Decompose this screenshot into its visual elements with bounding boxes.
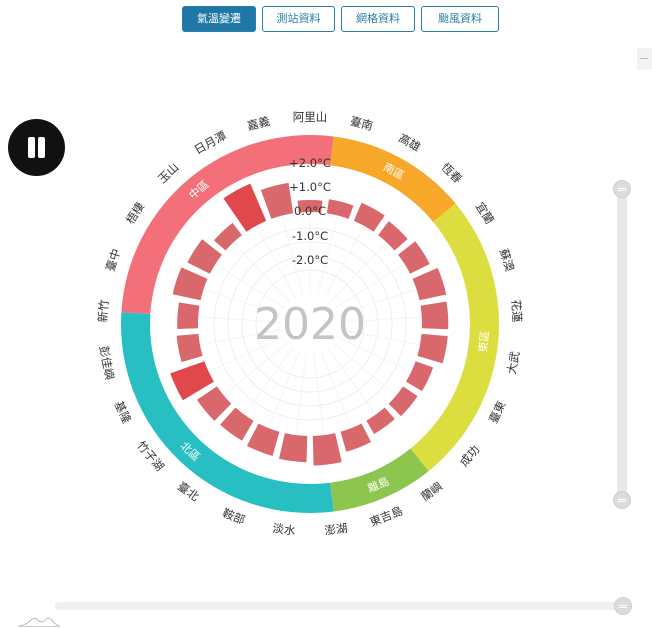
bar (398, 241, 430, 274)
station-label: 臺北 (175, 479, 202, 504)
range-handle-top[interactable] (613, 180, 631, 198)
bar (177, 302, 200, 330)
station-label: 嘉義 (246, 114, 272, 133)
station-label: 鞍部 (221, 506, 248, 527)
station-label: 基隆 (111, 399, 134, 426)
tick-label: -1.0°C (292, 229, 328, 243)
bar (388, 386, 418, 417)
bar (406, 361, 434, 392)
tick-label: +1.0°C (289, 180, 331, 194)
bar (420, 301, 449, 330)
bar (326, 199, 354, 219)
bar (246, 423, 280, 456)
range-handle-bottom[interactable] (613, 491, 631, 509)
station-label: 恆春 (439, 160, 466, 186)
year-label: 2020 (254, 299, 366, 350)
station-label: 高雄 (396, 131, 423, 154)
timeline-handle[interactable] (614, 597, 632, 615)
bar (412, 267, 447, 301)
tick-label: 0.0°C (294, 204, 326, 218)
station-label: 彭佳嶼 (97, 345, 117, 382)
station-label: 臺東 (486, 398, 509, 425)
station-label: 成功 (457, 443, 482, 470)
station-label: 蘇澳 (497, 247, 518, 274)
station-label: 宜蘭 (473, 200, 497, 227)
bar (312, 433, 342, 466)
station-label: 澎湖 (324, 521, 349, 538)
bar (417, 333, 448, 364)
bar (340, 423, 372, 452)
timeline-track[interactable] (55, 602, 625, 610)
station-label: 蘭嶼 (418, 479, 445, 504)
bar (223, 183, 267, 232)
station-label: 新竹 (96, 299, 111, 323)
region-label: 東區 (477, 330, 492, 353)
station-label: 竹子湖 (134, 438, 167, 474)
bar (278, 433, 308, 463)
station-label: 淡水 (272, 521, 297, 538)
station-label: 臺南 (349, 114, 375, 133)
tick-label: -2.0°C (292, 253, 328, 267)
bar (196, 386, 232, 421)
bar (187, 239, 222, 274)
station-label: 阿里山 (293, 110, 328, 124)
radial-temperature-chart: 南區東區離島北區中區 +2.0°C +1.0°C 0.0°C -1.0°C -2… (96, 110, 525, 538)
tick-label: +2.0°C (289, 156, 331, 170)
bar (176, 333, 203, 363)
station-label: 臺中 (103, 247, 123, 273)
station-label: 玉山 (155, 160, 181, 186)
bar (172, 267, 208, 301)
station-label: 日月潭 (192, 128, 229, 157)
station-label: 大武 (504, 350, 522, 376)
vertical-range-track[interactable] (617, 188, 627, 500)
bar (353, 202, 385, 232)
station-label: 花蓮 (509, 299, 524, 323)
station-label: 梧棲 (123, 200, 147, 227)
bar (220, 407, 254, 441)
bar (366, 407, 395, 434)
timeline-sparkline-icon (18, 617, 60, 627)
station-label: 東吉島 (368, 504, 405, 530)
